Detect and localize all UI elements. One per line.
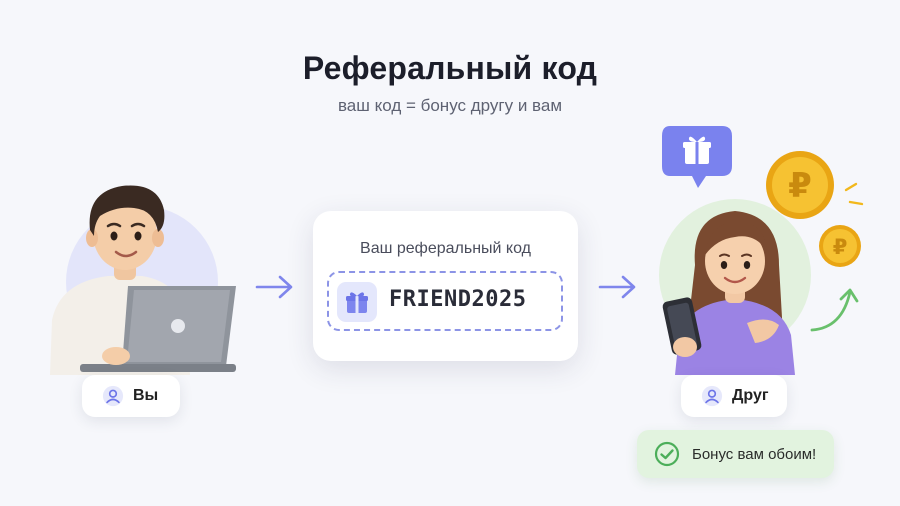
referral-code-box[interactable]: FRIEND2025 [327, 271, 563, 331]
friend-with-phone-illustration [659, 199, 811, 375]
bonus-badge: Бонус вам обоим! [637, 430, 834, 478]
referral-code-card: Ваш реферальный код FRIEND2025 [313, 211, 578, 361]
page-subtitle: ваш код = бонус другу и вам [337, 96, 563, 115]
user-icon [102, 385, 124, 407]
ruble-coin-icon: ₽ [819, 225, 861, 267]
gift-icon [346, 292, 368, 313]
page-title: Реферальный код [302, 50, 598, 86]
person-with-laptop-illustration [50, 185, 236, 375]
coin-symbol: ₽ [833, 235, 848, 259]
arrow-right-icon [598, 275, 636, 299]
gift-icon-container [337, 282, 377, 322]
friend-label-pill: Друг [681, 375, 787, 417]
user-icon [701, 385, 723, 407]
friend-label: Друг [732, 387, 769, 404]
check-circle-icon [654, 441, 680, 467]
you-label-pill: Вы [82, 375, 180, 417]
you-label: Вы [133, 387, 159, 404]
arrow-right-icon [255, 275, 293, 299]
sparkle-icon [844, 182, 864, 206]
gift-chat-bubble-icon [662, 126, 732, 188]
up-arrow-icon [810, 288, 859, 332]
referral-code-value[interactable]: FRIEND2025 [389, 287, 526, 312]
bonus-text: Бонус вам обоим! [692, 445, 817, 463]
referral-code-label: Ваш реферальный код [360, 240, 531, 257]
